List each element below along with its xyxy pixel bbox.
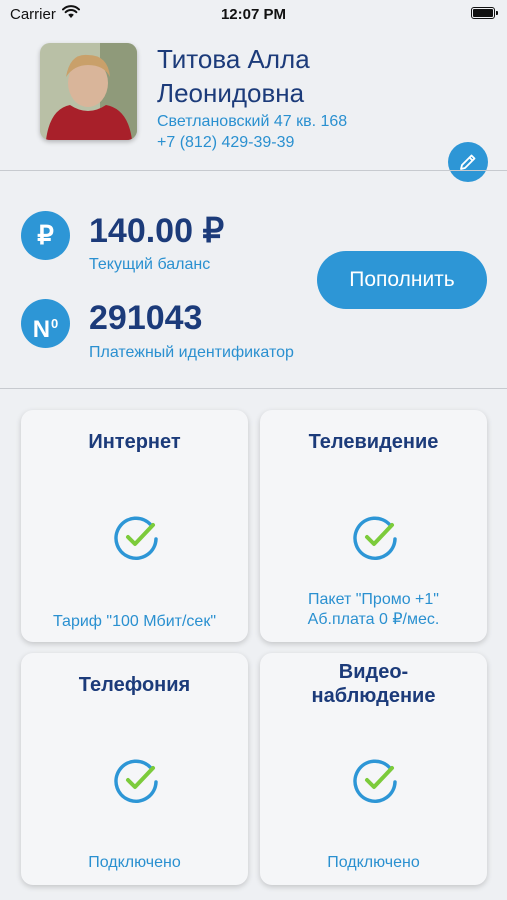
service-title: Интернет bbox=[21, 430, 248, 454]
service-title: Видео- наблюдение bbox=[260, 660, 487, 708]
service-card-video[interactable]: Видео- наблюдение Подключено bbox=[260, 653, 487, 885]
service-status: Тариф "100 Мбит/сек" bbox=[21, 612, 248, 632]
topup-button[interactable]: Пополнить bbox=[317, 251, 487, 309]
status-bar: Carrier 12:07 PM bbox=[0, 0, 507, 30]
service-status-line1: Пакет "Промо +1" bbox=[308, 591, 439, 608]
divider-top bbox=[0, 170, 507, 171]
edit-profile-button[interactable] bbox=[448, 142, 488, 182]
user-name: Титова Алла Леонидовна bbox=[157, 42, 447, 110]
service-status-line1: Подключено bbox=[327, 854, 420, 871]
number-sign-sup: 0 bbox=[51, 316, 59, 331]
check-circle-icon bbox=[114, 516, 158, 560]
service-card-internet[interactable]: Интернет Тариф "100 Мбит/сек" bbox=[21, 410, 248, 642]
user-address: Светлановский 47 кв. 168 bbox=[157, 113, 348, 130]
service-status-line1: Подключено bbox=[88, 854, 181, 871]
user-phone: +7 (812) 429-39-39 bbox=[157, 134, 295, 151]
service-title: Телефония bbox=[21, 673, 248, 697]
service-status: Подключено bbox=[21, 853, 248, 873]
check-circle-icon bbox=[353, 516, 397, 560]
service-title: Телевидение bbox=[260, 430, 487, 454]
pencil-icon bbox=[460, 154, 476, 170]
profile-header: Титова Алла Леонидовна Светлановский 47 … bbox=[0, 30, 507, 182]
balance-value: 140.00 ₽ bbox=[89, 212, 225, 250]
service-title-line2: наблюдение bbox=[311, 685, 436, 707]
number-sign-letter: N bbox=[32, 316, 51, 343]
balance-label: Текущий баланс bbox=[89, 256, 211, 273]
service-title-line1: Видео- bbox=[338, 661, 409, 683]
service-title-line1: Телевидение bbox=[308, 431, 439, 453]
service-card-tv[interactable]: Телевидение Пакет "Промо +1" Аб.плата 0 … bbox=[260, 410, 487, 642]
service-status: Пакет "Промо +1" Аб.плата 0 ₽/мес. bbox=[260, 590, 487, 630]
battery-icon bbox=[471, 7, 498, 19]
check-circle-icon bbox=[353, 759, 397, 803]
service-status-line2: Аб.плата 0 ₽/мес. bbox=[307, 611, 440, 628]
service-title-line1: Интернет bbox=[88, 431, 181, 453]
service-status: Подключено bbox=[260, 853, 487, 873]
avatar bbox=[40, 43, 137, 140]
check-circle-icon bbox=[114, 759, 158, 803]
payment-id-label: Платежный идентификатор bbox=[89, 344, 294, 361]
user-name-line1: Титова Алла bbox=[157, 44, 310, 74]
payment-id-value: 291043 bbox=[89, 299, 203, 337]
service-card-telephony[interactable]: Телефония Подключено bbox=[21, 653, 248, 885]
user-name-line2: Леонидовна bbox=[157, 78, 305, 108]
clock: 12:07 PM bbox=[220, 6, 287, 23]
service-status-line1: Тариф "100 Мбит/сек" bbox=[53, 613, 216, 630]
divider-middle bbox=[0, 388, 507, 389]
number-sign-icon: N0 bbox=[21, 299, 70, 348]
service-title-line1: Телефония bbox=[78, 674, 191, 696]
ruble-icon: ₽ bbox=[21, 211, 70, 260]
